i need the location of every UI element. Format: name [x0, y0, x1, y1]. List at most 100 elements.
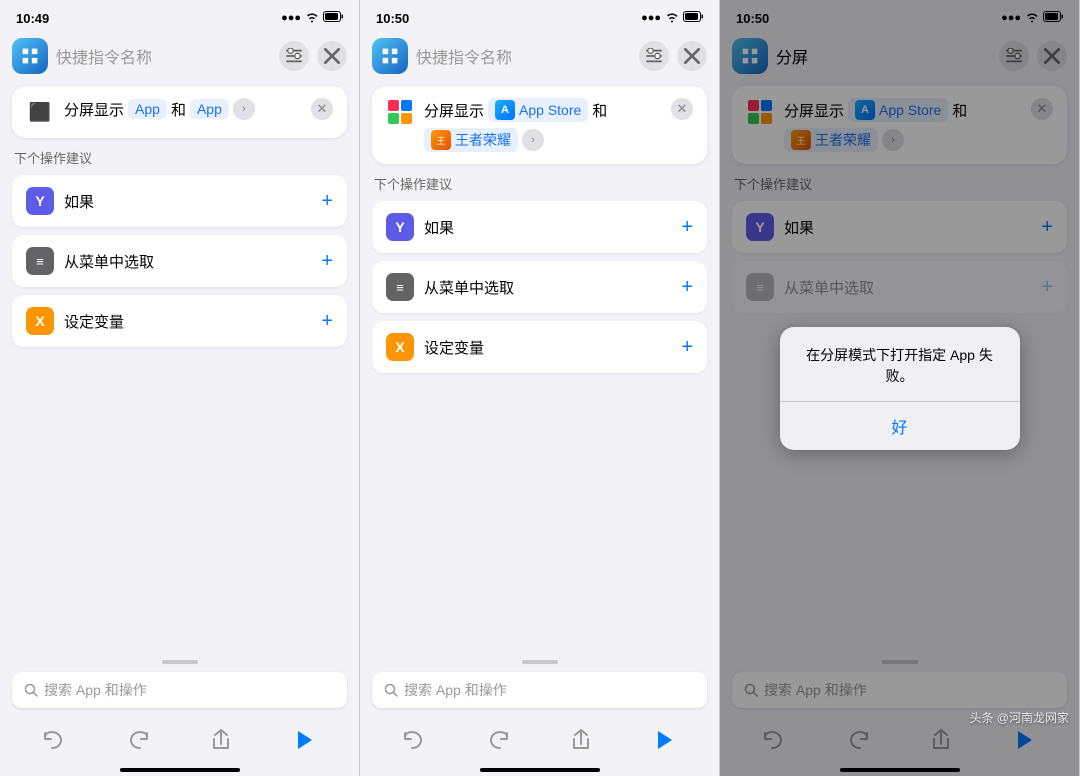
action-card-2: 分屏显示 A App Store 和 王 王者荣耀 › ✕: [372, 86, 707, 164]
next-actions-label-1: 下个操作建议: [12, 148, 347, 167]
search-bar-text-2: 搜索 App 和操作: [404, 680, 507, 700]
alert-message: 在分屏模式下打开指定 App 失败。: [796, 345, 1004, 387]
status-bar-1: 10:49 ●●●: [0, 0, 359, 32]
phone-panel-3: 10:50 ●●● 分屏: [720, 0, 1080, 776]
phone-panel-2: 10:50 ●●● 快捷指令名称: [360, 0, 720, 776]
suggestion-add-2-3[interactable]: +: [681, 337, 693, 357]
phone-panel-1: 10:49 ●●● 快捷指令名称 ⬛ 分屏显示: [0, 0, 360, 776]
app2-label-1: App: [197, 101, 222, 117]
status-icons-1: ●●●: [281, 11, 343, 26]
suggestion-icon-1-3: X: [26, 307, 54, 335]
split-screen-icon-1: ⬛: [26, 98, 54, 126]
suggestion-item-2-3[interactable]: X 设定变量 +: [372, 321, 707, 373]
app1-label-1: App: [135, 101, 160, 117]
top-bar-1: 快捷指令名称: [0, 32, 359, 82]
action-card-1: ⬛ 分屏显示 App 和 App › ✕: [12, 86, 347, 138]
play-btn-1[interactable]: [287, 722, 323, 758]
wifi-icon: [305, 11, 319, 26]
alert-body: 在分屏模式下打开指定 App 失败。: [780, 327, 1020, 401]
wifi-icon-2: [665, 11, 679, 26]
app-tag-2[interactable]: App: [190, 99, 229, 119]
alert-ok-button[interactable]: 好: [780, 402, 1020, 450]
bottom-bar-1: 搜索 App 和操作: [0, 654, 359, 716]
undo-btn-1[interactable]: [36, 722, 72, 758]
close-button-2[interactable]: [677, 41, 707, 71]
bottom-bar-2: 搜索 App 和操作: [360, 654, 719, 716]
suggestion-label-1-3: 设定变量: [64, 311, 311, 332]
filter-button-2[interactable]: [639, 41, 669, 71]
redo-btn-2[interactable]: [480, 722, 516, 758]
close-button-1[interactable]: [317, 41, 347, 71]
battery-icon-2: [683, 11, 703, 25]
drag-handle-1: [162, 660, 198, 664]
suggestion-item-2-1[interactable]: Y 如果 +: [372, 201, 707, 253]
status-bar-2: 10:50 ●●●: [360, 0, 719, 32]
split-screen-icon-2: [386, 98, 414, 126]
suggestion-icon-2-3: X: [386, 333, 414, 361]
status-icons-2: ●●●: [641, 11, 703, 26]
play-btn-2[interactable]: [647, 722, 683, 758]
action-label-1: 分屏显示: [64, 99, 124, 120]
suggestion-label-2-3: 设定变量: [424, 337, 671, 358]
shortcut-name-1[interactable]: 快捷指令名称: [56, 44, 271, 68]
status-time-1: 10:49: [16, 11, 49, 26]
main-content-2: 分屏显示 A App Store 和 王 王者荣耀 › ✕ 下个操作建议: [360, 82, 719, 654]
app1-label-2: App Store: [519, 102, 581, 118]
home-indicator-1: [120, 768, 240, 772]
alert-dialog: 在分屏模式下打开指定 App 失败。 好: [780, 327, 1020, 450]
drag-handle-2: [522, 660, 558, 664]
signal-icon: ●●●: [281, 12, 301, 24]
shortcut-app-icon-2: [372, 38, 408, 74]
suggestion-add-1-1[interactable]: +: [321, 191, 333, 211]
suggestion-add-1-3[interactable]: +: [321, 311, 333, 331]
app-tag-2-2[interactable]: 王 王者荣耀: [424, 128, 518, 152]
suggestion-icon-1-1: Y: [26, 187, 54, 215]
suggestion-icon-2-1: Y: [386, 213, 414, 241]
shortcut-name-2[interactable]: 快捷指令名称: [416, 44, 631, 68]
suggestion-item-2-2[interactable]: ≡ 从菜单中选取 +: [372, 261, 707, 313]
share-btn-2[interactable]: [563, 722, 599, 758]
share-btn-1[interactable]: [203, 722, 239, 758]
signal-icon-2: ●●●: [641, 12, 661, 24]
undo-btn-2[interactable]: [396, 722, 432, 758]
delete-card-btn-1[interactable]: ✕: [311, 98, 333, 120]
suggestion-label-1-2: 从菜单中选取: [64, 251, 311, 272]
home-indicator-2: [480, 768, 600, 772]
suggestion-item-1-1[interactable]: Y 如果 +: [12, 175, 347, 227]
suggestion-item-1-2[interactable]: ≡ 从菜单中选取 +: [12, 235, 347, 287]
battery-icon: [323, 11, 343, 25]
main-content-1: ⬛ 分屏显示 App 和 App › ✕ 下个操作建议 Y 如果 +: [0, 82, 359, 654]
alert-overlay: 在分屏模式下打开指定 App 失败。 好: [720, 0, 1079, 776]
redo-btn-1[interactable]: [120, 722, 156, 758]
chevron-icon-1[interactable]: ›: [233, 98, 255, 120]
app-tag-2-1[interactable]: A App Store: [488, 98, 588, 122]
suggestion-icon-1-2: ≡: [26, 247, 54, 275]
delete-card-btn-2[interactable]: ✕: [671, 98, 693, 120]
toolbar-1: [0, 716, 359, 768]
status-time-2: 10:50: [376, 11, 409, 26]
suggestion-label-2-2: 从菜单中选取: [424, 277, 671, 298]
app-tag-1[interactable]: App: [128, 99, 167, 119]
suggestion-add-2-1[interactable]: +: [681, 217, 693, 237]
toolbar-2: [360, 716, 719, 768]
suggestion-add-2-2[interactable]: +: [681, 277, 693, 297]
search-bar-2[interactable]: 搜索 App 和操作: [372, 672, 707, 708]
app2-label-2: 王者荣耀: [455, 130, 511, 150]
filter-button-1[interactable]: [279, 41, 309, 71]
next-actions-label-2: 下个操作建议: [372, 174, 707, 193]
suggestion-label-2-1: 如果: [424, 217, 671, 238]
shortcut-app-icon-1: [12, 38, 48, 74]
appstore-icon-2: A: [495, 100, 515, 120]
suggestion-add-1-2[interactable]: +: [321, 251, 333, 271]
suggestion-icon-2-2: ≡: [386, 273, 414, 301]
search-bar-1[interactable]: 搜索 App 和操作: [12, 672, 347, 708]
wangzhe-icon-2: 王: [431, 130, 451, 150]
watermark: 头条 @河南龙网家: [969, 709, 1069, 726]
action-card-content-2: 分屏显示 A App Store 和 王 王者荣耀 ›: [424, 98, 661, 152]
chevron-icon-2[interactable]: ›: [522, 129, 544, 151]
action-label-2: 分屏显示: [424, 100, 484, 121]
top-bar-2: 快捷指令名称: [360, 32, 719, 82]
search-bar-text-1: 搜索 App 和操作: [44, 680, 147, 700]
suggestion-item-1-3[interactable]: X 设定变量 +: [12, 295, 347, 347]
action-card-content-1: 分屏显示 App 和 App ›: [64, 98, 301, 120]
